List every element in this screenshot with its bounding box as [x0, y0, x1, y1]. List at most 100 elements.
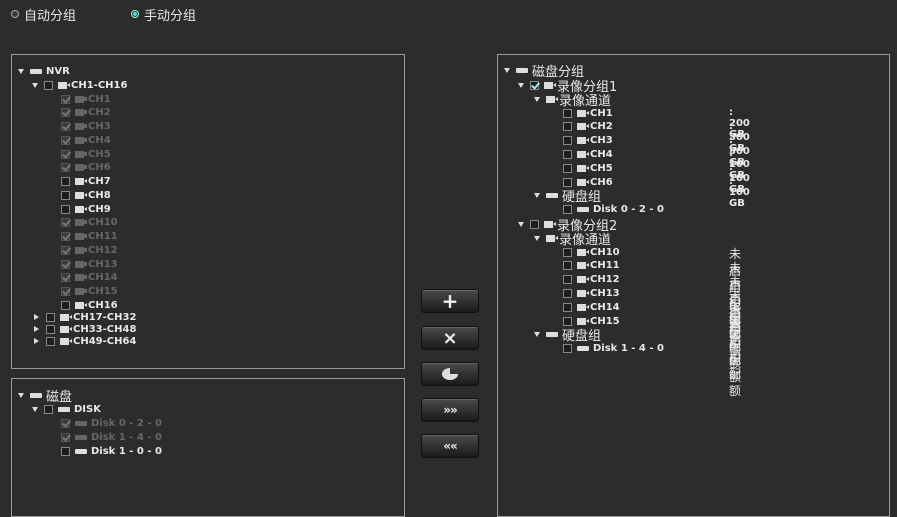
checkbox[interactable] — [61, 177, 70, 186]
radio-manual-group[interactable]: 手动分组 — [131, 6, 196, 24]
tree-group[interactable]: DISK — [32, 402, 101, 416]
checkbox[interactable] — [61, 190, 70, 200]
channel-item[interactable]: CH7 — [61, 175, 111, 189]
record-channel-item[interactable]: CH1 — [563, 106, 613, 120]
checkbox[interactable] — [563, 275, 572, 285]
item-label: NVR — [46, 65, 70, 77]
checkbox[interactable] — [563, 177, 572, 187]
channel-item[interactable]: CH10 — [61, 216, 118, 230]
record-channel-item[interactable]: CH11 — [563, 259, 620, 273]
checkbox[interactable] — [46, 312, 55, 322]
tree-group-collapsed[interactable]: CH49-CH64 — [32, 334, 136, 348]
checkbox[interactable] — [563, 136, 572, 146]
disk-item[interactable]: Disk 0 - 2 - 0 — [61, 416, 162, 430]
tree-root-nvr[interactable]: NVR — [18, 64, 70, 78]
checkbox[interactable] — [530, 219, 539, 229]
checkbox[interactable] — [44, 80, 53, 90]
record-channel-item[interactable]: CH13 — [563, 286, 620, 300]
channel-item[interactable]: CH15 — [61, 285, 118, 299]
checkbox[interactable] — [61, 204, 70, 214]
channel-item[interactable]: CH12 — [61, 243, 118, 257]
chevron-down-icon[interactable] — [32, 82, 38, 88]
chevron-down-icon[interactable] — [534, 96, 540, 102]
chevron-down-icon[interactable] — [518, 82, 524, 88]
disk-item[interactable]: Disk 1 - 0 - 0 — [61, 444, 162, 458]
tree-root-disk[interactable]: 磁盘 — [18, 388, 72, 405]
checkbox[interactable] — [563, 316, 572, 326]
checkbox[interactable] — [563, 247, 572, 257]
checkbox[interactable] — [563, 122, 572, 132]
channel-item[interactable]: CH6 — [61, 161, 111, 175]
channel-item[interactable]: CH13 — [61, 257, 118, 271]
chevron-down-icon[interactable] — [534, 193, 540, 199]
record-channels-node[interactable]: 录像通道 — [534, 231, 611, 248]
checkbox[interactable] — [61, 446, 70, 456]
checkbox[interactable] — [563, 205, 572, 215]
chevron-down-icon[interactable] — [504, 67, 510, 73]
record-channel-item[interactable]: CH10 — [563, 245, 620, 259]
chevron-down-icon[interactable] — [18, 392, 24, 398]
chevron-right-icon[interactable] — [34, 338, 39, 344]
chevron-right-icon[interactable] — [34, 326, 39, 332]
radio-indicator[interactable] — [11, 10, 19, 18]
checkbox[interactable] — [563, 163, 572, 173]
radio-auto-group[interactable]: 自动分组 — [11, 6, 76, 24]
record-disks-node[interactable]: 硬盘组 — [534, 189, 601, 205]
checkbox[interactable] — [46, 324, 55, 334]
item-label: CH33-CH48 — [73, 323, 137, 335]
checkbox[interactable] — [61, 300, 70, 310]
checkbox — [61, 163, 70, 173]
record-channels-node[interactable]: 录像通道 — [534, 92, 611, 109]
record-channel-item[interactable]: CH12 — [563, 273, 620, 287]
record-channel-item[interactable]: CH5 — [563, 161, 613, 175]
channel-item[interactable]: CH3 — [61, 120, 111, 134]
checkbox[interactable] — [563, 302, 572, 312]
add-button[interactable]: + — [421, 289, 479, 313]
camera-icon — [75, 109, 87, 117]
channel-item[interactable]: CH1 — [61, 92, 111, 106]
item-label: CH3 — [88, 121, 111, 132]
item-label: DISK — [74, 403, 101, 415]
item-label: CH12 — [88, 244, 118, 256]
checkbox[interactable] — [563, 344, 572, 354]
chevron-down-icon[interactable] — [534, 235, 540, 241]
channel-item[interactable]: CH2 — [61, 106, 111, 120]
chevron-down-icon[interactable] — [534, 332, 540, 338]
channel-item[interactable]: CH5 — [61, 147, 111, 161]
checkbox — [61, 149, 70, 159]
move-right-button[interactable]: »» — [421, 398, 479, 422]
checkbox[interactable] — [44, 404, 53, 414]
item-label: Disk 1 - 4 - 0 — [91, 431, 162, 443]
checkbox[interactable] — [563, 108, 572, 118]
channel-item[interactable]: CH8 — [61, 188, 111, 202]
channel-tree-panel: NVR CH1-CH16 CH1 CH2 CH3 CH4 CH5 CH6 CH7 CH8 CH9 CH… — [11, 54, 405, 369]
chevron-right-icon[interactable] — [34, 314, 39, 320]
move-left-button[interactable]: «« — [421, 434, 479, 458]
quota-button[interactable] — [421, 362, 479, 386]
remove-button[interactable]: × — [421, 326, 479, 350]
chevron-down-icon[interactable] — [32, 406, 38, 412]
tree-group[interactable]: CH1-CH16 — [32, 78, 127, 92]
record-channel-item[interactable]: CH4 — [563, 147, 613, 161]
record-channel-item[interactable]: CH14 — [563, 300, 620, 314]
chevron-down-icon[interactable] — [518, 221, 524, 227]
record-channel-item[interactable]: CH2 — [563, 120, 613, 134]
checkbox[interactable] — [530, 80, 539, 90]
record-channel-item[interactable]: CH3 — [563, 134, 613, 148]
record-disk-item[interactable]: Disk 1 - 4 - 0 — [563, 342, 664, 356]
channel-item[interactable]: CH14 — [61, 271, 118, 285]
chevron-down-icon[interactable] — [18, 68, 24, 74]
checkbox[interactable] — [563, 261, 572, 271]
item-label: CH14 — [88, 272, 118, 284]
channel-item[interactable]: CH4 — [61, 133, 111, 147]
camera-icon — [60, 325, 72, 333]
checkbox[interactable] — [46, 336, 55, 346]
channel-item[interactable]: CH11 — [61, 230, 118, 244]
disk-item[interactable]: Disk 1 - 4 - 0 — [61, 430, 162, 444]
record-disks-node[interactable]: 硬盘组 — [534, 328, 601, 344]
channel-item[interactable]: CH9 — [61, 202, 111, 216]
checkbox[interactable] — [563, 288, 572, 298]
disk-icon — [516, 67, 528, 73]
checkbox[interactable] — [563, 149, 572, 159]
radio-indicator[interactable] — [131, 10, 139, 18]
